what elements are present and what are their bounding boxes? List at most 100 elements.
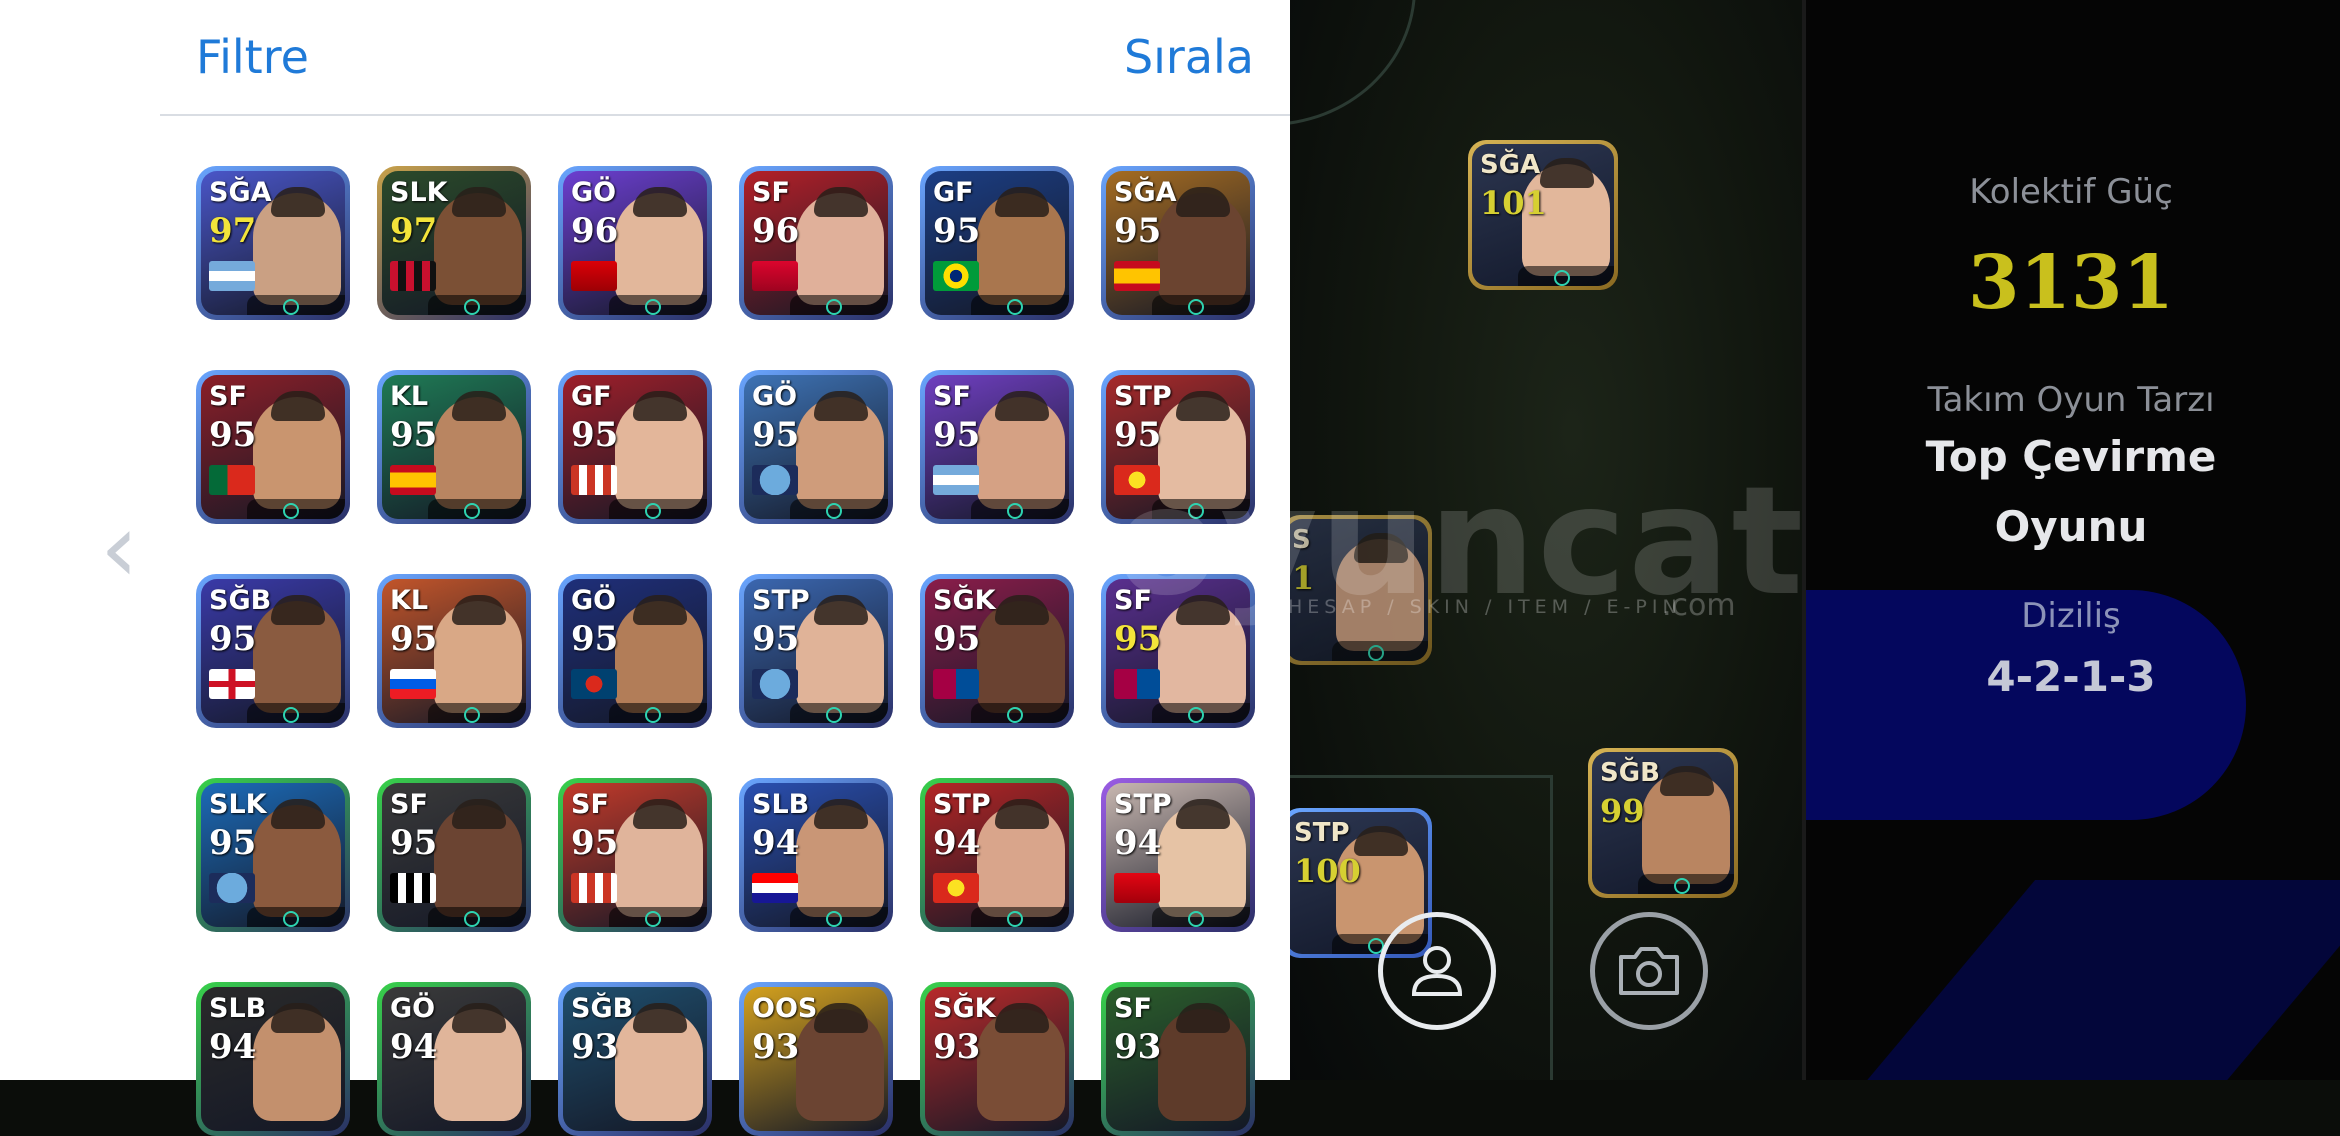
player-card-body: SĞB 95	[201, 579, 345, 723]
card-footer	[247, 295, 345, 315]
player-portrait	[434, 391, 522, 509]
back-chevron-icon[interactable]: ‹	[100, 500, 138, 596]
player-card[interactable]: KL 95	[377, 370, 531, 524]
player-card[interactable]: STP 94	[1101, 778, 1255, 932]
pitch-center-arc	[1290, 0, 1416, 126]
player-card[interactable]: OOS 93	[739, 982, 893, 1136]
player-card[interactable]: KL 95	[377, 574, 531, 728]
pitch-player-card[interactable]: SĞB 99	[1588, 748, 1738, 898]
player-card[interactable]: GÖ 95	[558, 574, 712, 728]
player-portrait	[1158, 1003, 1246, 1121]
argentina-flag-icon	[933, 465, 979, 495]
player-rating: 94	[209, 1027, 257, 1067]
bayern-flag-icon	[752, 261, 798, 291]
player-card[interactable]: GÖ 96	[558, 166, 712, 320]
player-card[interactable]: SĞB 95	[196, 574, 350, 728]
card-footer	[790, 907, 888, 927]
player-rating: 95	[571, 823, 619, 863]
pitch-player-card[interactable]: SĞA 101	[1468, 140, 1618, 290]
card-footer	[971, 295, 1069, 315]
croatia-flag-icon	[752, 873, 798, 903]
player-card-body: SF 95	[563, 783, 707, 927]
player-rating: 95	[390, 619, 438, 659]
formation-value[interactable]: 4-2-1-3	[1806, 652, 2336, 701]
player-card-body: STP 94	[925, 783, 1069, 927]
player-card[interactable]: SF 95	[377, 778, 531, 932]
filter-button[interactable]: Filtre	[196, 30, 309, 84]
portugal-flag-icon	[209, 465, 255, 495]
player-position: SĞB	[571, 993, 634, 1024]
player-portrait	[615, 391, 703, 509]
player-card[interactable]: SF 95	[920, 370, 1074, 524]
player-card-body: SĞA 97	[201, 171, 345, 315]
player-rating: 101	[1480, 184, 1547, 222]
player-portrait	[796, 595, 884, 713]
player-card[interactable]: SLB 94	[739, 778, 893, 932]
player-card[interactable]: GÖ 94	[377, 982, 531, 1136]
player-card-body: SF 93	[1106, 987, 1250, 1131]
player-portrait	[253, 595, 341, 713]
player-card[interactable]: GF 95	[920, 166, 1074, 320]
card-footer	[1518, 266, 1614, 286]
player-portrait	[253, 187, 341, 305]
player-card[interactable]: SĞB 93	[558, 982, 712, 1136]
player-position: GÖ	[390, 993, 436, 1024]
camera-button[interactable]	[1590, 912, 1708, 1030]
player-rating: 95	[933, 619, 981, 659]
card-footer	[609, 295, 707, 315]
player-position: GÖ	[571, 177, 617, 208]
card-footer	[247, 499, 345, 519]
player-card[interactable]: SF 96	[739, 166, 893, 320]
atletico-flag-icon	[571, 465, 617, 495]
player-portrait	[615, 799, 703, 917]
player-portrait	[615, 595, 703, 713]
player-card[interactable]: SĞK 93	[920, 982, 1074, 1136]
player-card-body: SF 95	[382, 783, 526, 927]
barcelona-flag-icon	[933, 669, 979, 699]
player-rating: 96	[571, 211, 619, 251]
player-card[interactable]: SLK 95	[196, 778, 350, 932]
player-card-body: SLK 97	[382, 171, 526, 315]
person-icon	[1411, 946, 1463, 996]
formation-label: Diziliş	[2021, 596, 2121, 636]
player-card[interactable]: SĞA 95	[1101, 166, 1255, 320]
player-position: SF	[390, 789, 428, 820]
player-card[interactable]: SLB 94	[196, 982, 350, 1136]
player-portrait	[977, 391, 1065, 509]
player-card-body: SF 95	[925, 375, 1069, 519]
fulham-flag-icon	[390, 873, 436, 903]
arsenal-flag-icon	[571, 261, 617, 291]
player-position: SĞA	[1480, 150, 1541, 180]
player-card-body: GÖ 94	[382, 987, 526, 1131]
psg-flag-icon	[571, 669, 617, 699]
sort-button[interactable]: Sırala	[1124, 30, 1254, 84]
brazil-flag-icon	[933, 261, 979, 291]
player-card[interactable]: GF 95	[558, 370, 712, 524]
player-card[interactable]: SĞA 97	[196, 166, 350, 320]
player-card[interactable]: GÖ 95	[739, 370, 893, 524]
player-rating: 95	[1114, 415, 1162, 455]
player-card[interactable]: SF 95	[558, 778, 712, 932]
profile-button[interactable]	[1378, 912, 1496, 1030]
player-rating: 93	[933, 1027, 981, 1067]
card-footer	[790, 703, 888, 723]
team-style-label: Takım Oyun Tarzı	[1927, 380, 2215, 420]
player-rating: 95	[209, 619, 257, 659]
player-rating: 100	[1294, 852, 1361, 890]
team-style-value-line1: Top Çevirme	[1925, 432, 2217, 481]
player-card[interactable]: SLK 97	[377, 166, 531, 320]
player-position: STP	[752, 585, 810, 616]
player-card-body: SLB 94	[744, 783, 888, 927]
team-info-panel: Kolektif Güç 3131 Takım Oyun Tarzı Top Ç…	[1802, 0, 2340, 1080]
player-card[interactable]: SF 95	[196, 370, 350, 524]
player-card[interactable]: STP 95	[739, 574, 893, 728]
card-footer	[609, 907, 707, 927]
card-footer	[971, 907, 1069, 927]
player-portrait	[615, 1003, 703, 1121]
player-portrait	[615, 187, 703, 305]
player-rating: 97	[209, 211, 257, 251]
player-card[interactable]: STP 94	[920, 778, 1074, 932]
player-card[interactable]: SF 93	[1101, 982, 1255, 1136]
player-rating: 93	[1114, 1027, 1162, 1067]
player-card[interactable]: SĞK 95	[920, 574, 1074, 728]
